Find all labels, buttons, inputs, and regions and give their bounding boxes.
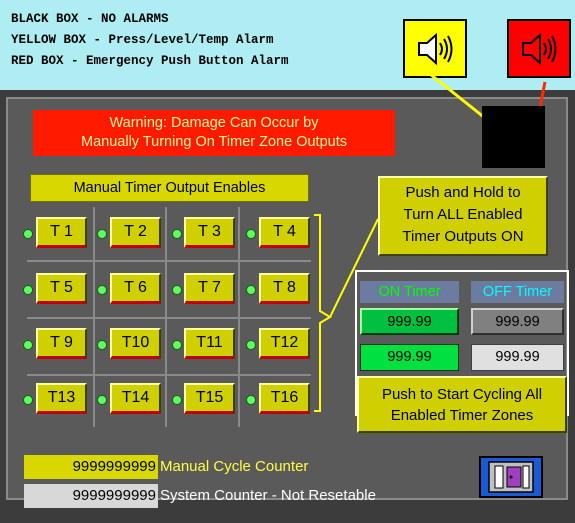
warning-line-2: Manually Turning On Timer Zone Outputs: [81, 134, 347, 150]
t12-enable-led: [246, 340, 256, 350]
timer-t10-button[interactable]: T10: [110, 328, 161, 359]
timer-t1-button[interactable]: T 1: [36, 217, 87, 248]
timer-t14-button[interactable]: T14: [110, 383, 161, 414]
t11-enable-led: [172, 340, 182, 350]
on-timer-label: ON Timer: [360, 281, 459, 303]
t9-enable-led: [23, 340, 33, 350]
timer-t13-button[interactable]: T13: [36, 383, 87, 414]
grid-bracket: [314, 214, 332, 412]
manual-cycle-counter-value[interactable]: 9999999999: [24, 455, 158, 479]
t2-enable-led: [97, 229, 107, 239]
timer-t5-button[interactable]: T 5: [36, 273, 87, 304]
t6-enable-led: [97, 285, 107, 295]
exit-button[interactable]: [479, 456, 543, 498]
warning-line-1: Warning: Damage Can Occur by: [109, 115, 319, 131]
timer-t7-button[interactable]: T 7: [184, 273, 235, 304]
t4-enable-led: [246, 229, 256, 239]
push-hold-line-2: Turn ALL Enabled: [403, 206, 523, 223]
timer-t9-button[interactable]: T 9: [36, 328, 87, 359]
push-hold-line-3: Timer Outputs ON: [402, 228, 524, 245]
t16-enable-led: [246, 395, 256, 405]
timer-t8-button[interactable]: T 8: [259, 273, 310, 304]
off-timer-setpoint-input[interactable]: 999.99: [471, 308, 564, 335]
timer-t11-button[interactable]: T11: [184, 328, 235, 359]
t13-enable-led: [23, 395, 33, 405]
on-timer-actual-value: 999.99: [360, 344, 459, 371]
cycle-button-line-1: Push to Start Cycling All: [381, 386, 543, 403]
t7-enable-led: [172, 285, 182, 295]
on-timer-setpoint-input[interactable]: 999.99: [360, 308, 459, 335]
timer-t15-button[interactable]: T15: [184, 383, 235, 414]
alarm-status-indicator: [482, 106, 545, 168]
push-hold-line-1: Push and Hold to: [405, 184, 521, 201]
manual-timer-enables-label: Manual Timer Output Enables: [30, 174, 309, 202]
timer-t6-button[interactable]: T 6: [110, 273, 161, 304]
off-timer-actual-value: 999.99: [471, 344, 564, 371]
timer-t12-button[interactable]: T12: [259, 328, 310, 359]
timer-t4-button[interactable]: T 4: [259, 217, 310, 248]
off-timer-label: OFF Timer: [471, 281, 564, 303]
t1-enable-led: [23, 229, 33, 239]
manual-cycle-counter-label: Manual Cycle Counter: [160, 458, 309, 475]
t10-enable-led: [97, 340, 107, 350]
t14-enable-led: [97, 395, 107, 405]
door-exit-icon: [488, 461, 534, 493]
t15-enable-led: [172, 395, 182, 405]
timer-t3-button[interactable]: T 3: [184, 217, 235, 248]
t5-enable-led: [23, 285, 33, 295]
start-cycling-button[interactable]: Push to Start Cycling All Enabled Timer …: [357, 376, 567, 433]
t8-enable-led: [246, 285, 256, 295]
system-counter-label: System Counter - Not Resetable: [160, 487, 376, 504]
cycle-button-line-2: Enabled Timer Zones: [390, 407, 534, 424]
push-hold-all-on-button[interactable]: Push and Hold to Turn ALL Enabled Timer …: [378, 176, 548, 256]
warning-banner: Warning: Damage Can Occur by Manually Tu…: [33, 110, 395, 156]
timer-t16-button[interactable]: T16: [259, 383, 310, 414]
system-counter-value: 9999999999: [24, 484, 158, 508]
timer-t2-button[interactable]: T 2: [110, 217, 161, 248]
t3-enable-led: [172, 229, 182, 239]
